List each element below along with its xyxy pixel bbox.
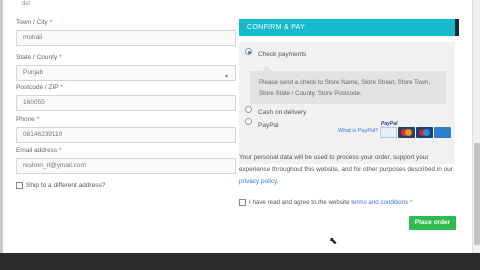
paypal-radio[interactable]: [245, 118, 252, 125]
state-county-label: State / County *: [16, 54, 62, 61]
email-field: Email address * reshon_rl@ymail.com: [16, 146, 236, 174]
privacy-notice: Your personal data will be used to proce…: [239, 154, 453, 185]
maestro-icon: [416, 127, 433, 138]
check-payment-note: Please send a check to Store Name, Store…: [250, 66, 447, 104]
terms-agreement: I have read and agree to the website ter…: [239, 199, 412, 206]
town-city-input[interactable]: mohali: [16, 30, 236, 46]
privacy-policy-link[interactable]: privacy policy: [239, 178, 277, 185]
town-city-field: Town / City * mohali: [16, 18, 236, 46]
card-icons: [380, 127, 451, 138]
town-city-label: Town / City *: [16, 19, 53, 26]
postcode-field: Postcode / ZIP * 160055: [16, 83, 236, 111]
payment-methods-box: Check payments Please send a check to St…: [239, 42, 455, 164]
email-input[interactable]: reshon_rl@ymail.com: [16, 158, 236, 174]
ship-different-label: Ship to a different address?: [26, 182, 106, 189]
ship-different-address[interactable]: Ship to a different address?: [16, 182, 105, 189]
check-payments-label: Check payments: [258, 51, 307, 58]
terms-checkbox[interactable]: [239, 199, 246, 206]
paypal-label: PayPal: [258, 122, 279, 129]
place-order-button[interactable]: Place order: [409, 216, 456, 230]
amex-icon: [434, 127, 451, 138]
state-county-select[interactable]: Punjab ▼: [16, 65, 236, 81]
mastercard-icon: [398, 127, 415, 138]
cut-off-text: dst: [22, 1, 31, 7]
scrollbar[interactable]: [472, 0, 480, 253]
check-payments-radio[interactable]: [245, 48, 252, 55]
phone-label: Phone *: [16, 116, 40, 123]
postcode-input[interactable]: 160055: [16, 95, 236, 111]
left-edge-border: [0, 0, 3, 253]
terms-label: I have read and agree to the website: [249, 199, 350, 206]
postcode-label: Postcode / ZIP *: [16, 84, 63, 91]
what-is-paypal-link[interactable]: What is PayPal?: [338, 128, 378, 134]
ship-different-checkbox[interactable]: [16, 182, 23, 189]
email-label: Email address *: [16, 147, 62, 154]
panel-header-edge: [455, 19, 459, 36]
state-county-field: State / County * Punjab ▼: [16, 53, 236, 81]
cash-on-delivery-radio[interactable]: [245, 106, 252, 113]
scrollbar-thumb[interactable]: [474, 143, 480, 245]
mouse-cursor-icon: ⬉: [329, 236, 338, 247]
paypal-card-icon: [380, 127, 397, 138]
phone-input[interactable]: 08146239110: [16, 127, 236, 143]
phone-field: Phone * 08146239110: [16, 115, 236, 143]
chevron-down-icon: ▼: [224, 74, 229, 80]
terms-link[interactable]: terms and conditions: [351, 199, 408, 206]
panel-title: CONFIRM & PAY: [239, 19, 455, 36]
footer-bar: [0, 253, 480, 270]
cash-on-delivery-label: Cash on delivery: [258, 109, 307, 116]
payment-panel: CONFIRM & PAY Check payments Please send…: [239, 19, 459, 164]
